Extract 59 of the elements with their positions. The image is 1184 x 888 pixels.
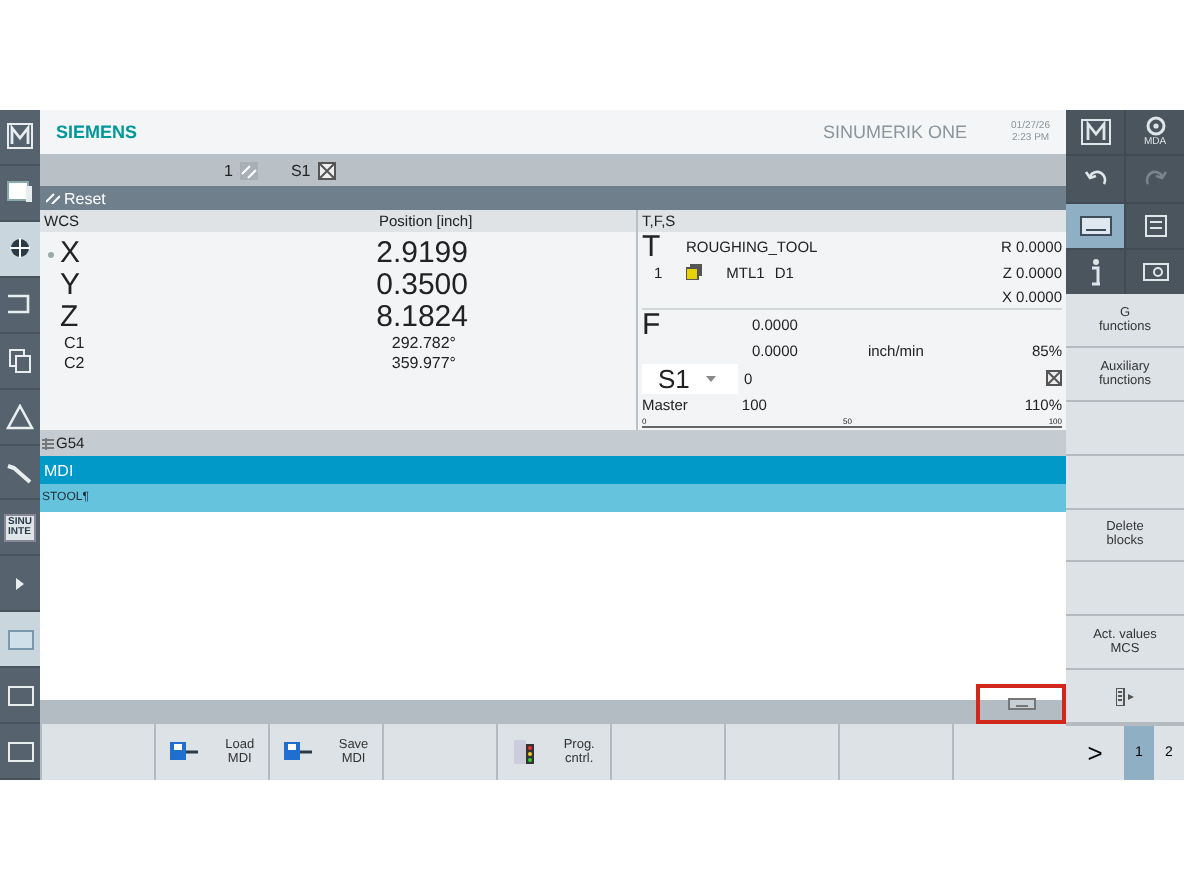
toolbar-button[interactable]: [1066, 203, 1124, 248]
axis-name: Y: [60, 270, 83, 302]
screen-icon: [7, 629, 33, 650]
machine-icon: [6, 122, 34, 151]
spindle-label: S1: [290, 161, 311, 179]
tool-letter: T: [642, 231, 663, 261]
toolbar-button[interactable]: [1066, 110, 1124, 155]
gear-icon: [1143, 116, 1167, 137]
tool-icon: [686, 264, 703, 280]
keyboard-icon: [1079, 215, 1111, 236]
toolbar-button[interactable]: [1126, 203, 1184, 248]
screen-icon: [7, 685, 33, 706]
keyboard-icon: [1007, 698, 1035, 710]
disk-export-icon: [283, 742, 312, 762]
axis-position: 292.782°: [389, 334, 458, 354]
empty-softkey: [1066, 455, 1184, 509]
axis-name: C1: [62, 334, 87, 354]
axis-position: 2.9199: [374, 238, 468, 270]
bracket-icon: [6, 292, 34, 317]
info-icon: [1089, 257, 1101, 286]
machine-icon: [1079, 118, 1111, 147]
keyboard-button[interactable]: [976, 684, 1066, 724]
reset-icon: [46, 192, 60, 204]
feed-icon: [240, 161, 259, 179]
calculator-icon: [1143, 213, 1167, 238]
triangle-icon: [6, 403, 34, 430]
window-icon: [6, 180, 34, 205]
redo-icon: [1143, 168, 1167, 189]
brand-logo: SIEMENS: [56, 122, 138, 142]
product-name: SINUMERIK ONE: [823, 122, 968, 142]
wrench-icon: [6, 459, 34, 484]
target-icon: [8, 236, 32, 261]
copy-icon: [7, 347, 33, 374]
undo-icon: [1083, 168, 1107, 189]
disk-import-icon: [169, 742, 198, 762]
axis-position: 359.977°: [389, 354, 458, 374]
editor-title: MDI: [44, 461, 74, 479]
axis-position: 8.1824: [374, 302, 468, 334]
channel-number: 1: [224, 161, 233, 179]
camera-icon: [1141, 260, 1169, 283]
axis-name: C2: [62, 354, 87, 374]
list-more-icon: [1116, 687, 1134, 706]
toolbar-button[interactable]: [1066, 156, 1124, 201]
screen-icon: [7, 741, 33, 762]
sidebar-item[interactable]: [0, 221, 40, 278]
offset-icon: [42, 437, 54, 449]
traffic-light-icon: [513, 740, 534, 764]
channel-status: Reset: [64, 189, 106, 207]
spindle-stop-icon: [318, 161, 337, 179]
toolbar-button[interactable]: [1126, 249, 1184, 294]
feed-letter: F: [642, 309, 663, 339]
axis-name: X: [60, 238, 83, 270]
spindle-select[interactable]: S1: [642, 363, 738, 393]
toolbar-button[interactable]: [1066, 249, 1124, 294]
axis-position: 0.3500: [374, 270, 468, 302]
sidebar-item[interactable]: [0, 612, 40, 669]
axis-name: Z: [60, 302, 81, 334]
arrow-icon: [16, 577, 24, 590]
caret-icon: [705, 375, 716, 381]
